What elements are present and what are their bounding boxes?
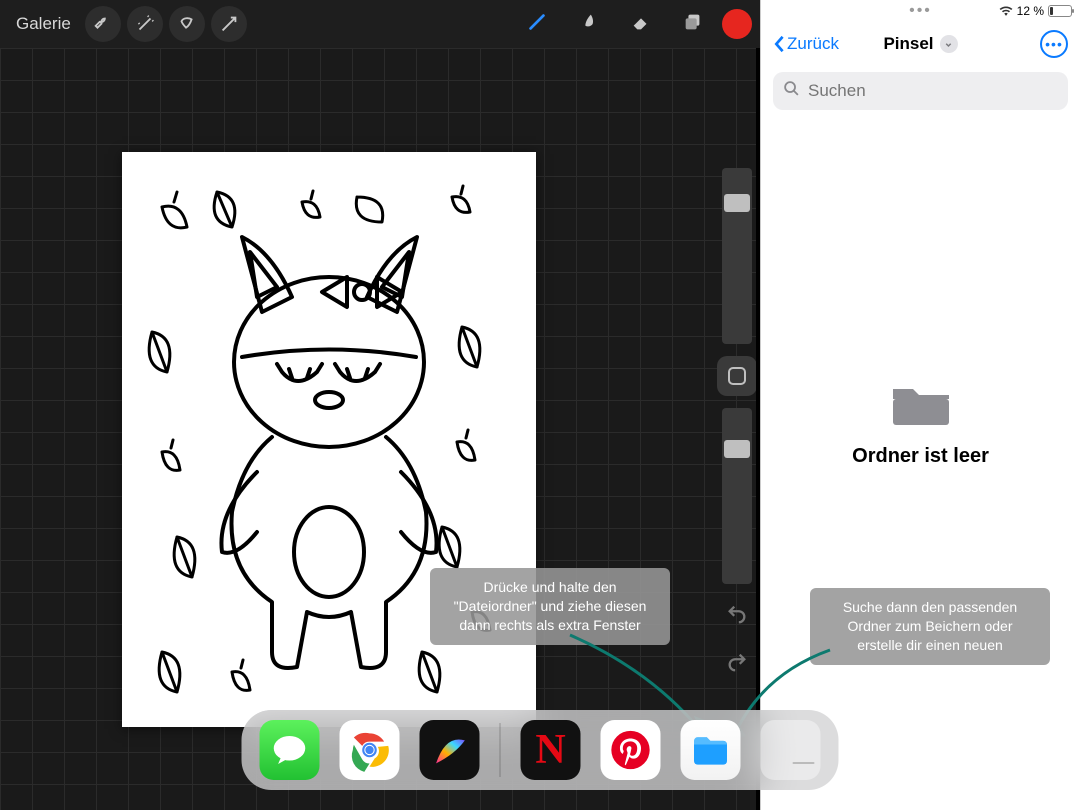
tutorial-hint-right: Suche dann den passenden Ordner zum Beic… — [810, 588, 1050, 665]
dock-app-pinterest[interactable] — [601, 720, 661, 780]
battery-percent: 12 % — [1017, 4, 1044, 18]
procreate-toolbar: Galerie — [0, 0, 760, 48]
back-button[interactable]: Zurück — [773, 34, 839, 54]
brush-size-slider[interactable] — [722, 168, 752, 344]
tutorial-hint-left: Drücke und halte den "Dateiordner" und z… — [430, 568, 670, 645]
brush-opacity-slider[interactable] — [722, 408, 752, 584]
redo-button[interactable] — [722, 644, 752, 680]
color-picker[interactable] — [722, 9, 752, 39]
back-label: Zurück — [787, 34, 839, 54]
wifi-icon — [999, 4, 1013, 19]
brush-icon[interactable] — [514, 11, 560, 38]
dock-app-procreate[interactable] — [420, 720, 480, 780]
move-icon[interactable] — [211, 6, 247, 42]
dock-divider — [500, 723, 501, 777]
status-bar: ••• 12 % — [761, 0, 1080, 22]
selection-icon[interactable] — [169, 6, 205, 42]
procreate-app: Galerie — [0, 0, 760, 810]
wrench-icon[interactable] — [85, 6, 121, 42]
layers-icon[interactable] — [670, 11, 716, 38]
files-app: ••• 12 % Zurück Pinsel ••• — [760, 0, 1080, 810]
smudge-icon[interactable] — [566, 11, 612, 38]
dock-app-netflix[interactable]: N — [521, 720, 581, 780]
undo-button[interactable] — [722, 596, 752, 632]
modify-button[interactable] — [717, 356, 757, 396]
folder-title[interactable]: Pinsel — [883, 34, 957, 54]
dock-app-messages[interactable] — [260, 720, 320, 780]
dock-app-files[interactable] — [681, 720, 741, 780]
files-nav-bar: Zurück Pinsel ••• — [761, 22, 1080, 66]
brush-sliders — [722, 168, 752, 680]
wand-icon[interactable] — [127, 6, 163, 42]
more-options-button[interactable]: ••• — [1040, 30, 1068, 58]
dock-app-chrome[interactable] — [340, 720, 400, 780]
eraser-icon[interactable] — [618, 11, 664, 38]
empty-folder-state: Ordner ist leer — [761, 76, 1080, 770]
folder-icon — [889, 379, 953, 427]
ipad-dock: N — [242, 710, 839, 790]
dock-app-folder[interactable] — [761, 720, 821, 780]
chevron-down-icon — [940, 35, 958, 53]
empty-folder-label: Ordner ist leer — [852, 445, 989, 468]
gallery-button[interactable]: Galerie — [8, 14, 79, 34]
battery-icon — [1048, 5, 1072, 17]
multitasking-dots-icon[interactable]: ••• — [909, 6, 932, 16]
